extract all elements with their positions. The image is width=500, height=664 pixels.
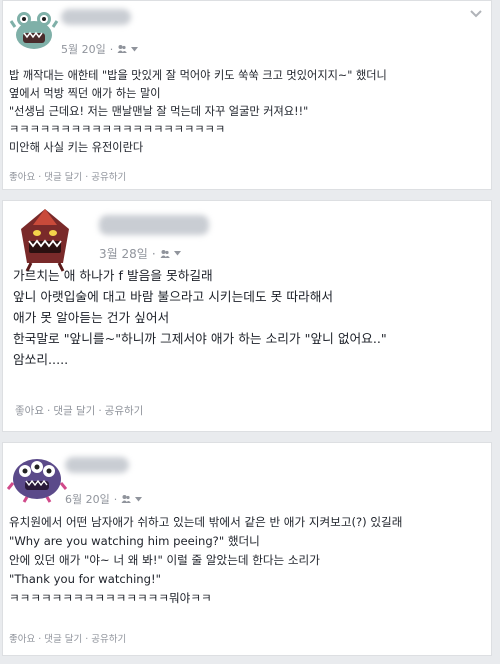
post-text-line: 한국말로 "앞니를~"하니까 그제서야 애가 하는 소리가 "앞니 없어요.." — [13, 331, 387, 346]
avatar[interactable] — [17, 207, 73, 273]
comment-link[interactable]: 댓글 달기 — [53, 405, 95, 417]
post-text-line: 유치원에서 어떤 남자애가 쉬하고 있는데 밖에서 같은 반 애가 지켜보고(?… — [9, 515, 403, 529]
post-date[interactable]: 5월 20일 — [61, 41, 106, 57]
post: 6월 20일 · 유치원에서 어떤 남자애가 쉬하고 있는데 밖에서 같은 반 … — [2, 442, 492, 656]
post-actions: 좋아요 · 댓글 달기 · 공유하기 — [15, 403, 143, 418]
post-text-line: 옆에서 먹방 찍던 애가 하는 말이 — [9, 87, 161, 100]
post-date[interactable]: 6월 20일 — [65, 491, 110, 507]
post-body: 가르치는 애 하나가 f 발음을 못하길래 앞니 아랫입술에 대고 바람 불으라… — [13, 265, 485, 370]
post-text-line: 밥 깨작대는 애한테 "밥을 맛있게 잘 먹어야 키도 쑥쑥 크고 멋있어지지~… — [9, 69, 387, 82]
author-name-redacted — [99, 215, 209, 235]
post-meta: 5월 20일 · — [61, 41, 139, 57]
post-actions: 좋아요 · 댓글 달기 · 공유하기 — [9, 631, 126, 645]
post-header: 5월 20일 · — [3, 1, 491, 57]
post-date[interactable]: 3월 28일 — [99, 245, 148, 262]
post-text-line: ㅋㅋㅋㅋㅋㅋㅋㅋㅋㅋㅋㅋㅋㅋㅋ뭐야ㅋㅋ — [9, 591, 212, 605]
post-body: 밥 깨작대는 애한테 "밥을 맛있게 잘 먹어야 키도 쑥쑥 크고 멋있어지지~… — [9, 67, 485, 157]
author-name-redacted — [65, 457, 129, 473]
friends-audience-icon[interactable] — [117, 44, 128, 54]
friends-audience-icon[interactable] — [160, 249, 170, 259]
post-text-line: 애가 못 알아듣는 건가 싶어서 — [13, 310, 170, 325]
post-body: 유치원에서 어떤 남자애가 쉬하고 있는데 밖에서 같은 반 애가 지켜보고(?… — [9, 513, 485, 608]
post-text-line: ㅋㅋㅋㅋㅋㅋㅋㅋㅋㅋㅋㅋㅋㅋㅋㅋㅋㅋㅋㅋㅋ — [9, 123, 226, 136]
post-text-line: "Why are you watching him peeing?" 했더니 — [9, 534, 260, 548]
post-meta: 6월 20일 · — [65, 491, 143, 507]
avatar[interactable] — [9, 5, 59, 53]
chevron-down-icon[interactable] — [469, 9, 483, 19]
post-text-line: 가르치는 애 하나가 f 발음을 못하길래 — [13, 268, 213, 283]
post: 3월 28일 · 가르치는 애 하나가 f 발음을 못하길래 앞니 아랫입술에 … — [2, 200, 492, 432]
author-name-redacted — [61, 9, 131, 25]
post-text-line: "선생님 근데요! 저는 맨날맨날 잘 먹는데 자꾸 얼굴만 커져요!!" — [9, 105, 309, 118]
separator-dot: · — [85, 172, 89, 183]
share-link[interactable]: 공유하기 — [91, 634, 126, 645]
post-text-line: 미안해 사실 키는 유전이란다 — [9, 141, 144, 154]
separator-dot: · — [85, 634, 89, 645]
post-text-line: 암쏘리..... — [13, 352, 69, 367]
avatar[interactable] — [7, 449, 67, 503]
post-text-line: 앞니 아랫입술에 대고 바람 불으라고 시키는데도 못 따라해서 — [13, 289, 334, 304]
separator-dot: · — [113, 492, 118, 506]
caret-down-icon[interactable] — [135, 496, 143, 502]
caret-down-icon[interactable] — [173, 251, 181, 256]
comment-link[interactable]: 댓글 달기 — [44, 172, 82, 183]
like-link[interactable]: 좋아요 — [9, 172, 35, 183]
post-actions: 좋아요 · 댓글 달기 · 공유하기 — [9, 169, 126, 183]
like-link[interactable]: 좋아요 — [9, 634, 35, 645]
share-link[interactable]: 공유하기 — [91, 172, 126, 183]
separator-dot: · — [38, 634, 42, 645]
post-meta: 3월 28일 · — [99, 245, 181, 262]
separator-dot: · — [46, 405, 51, 417]
post-text-line: 안에 있던 애가 "야~ 너 왜 봐!" 이럴 줄 알았는데 한다는 소리가 — [9, 553, 320, 567]
separator-dot: · — [98, 405, 102, 417]
friends-audience-icon[interactable] — [121, 494, 132, 504]
separator-dot: · — [38, 172, 42, 183]
share-link[interactable]: 공유하기 — [105, 405, 144, 417]
separator-dot: · — [151, 246, 156, 261]
comment-link[interactable]: 댓글 달기 — [44, 634, 82, 645]
post-header: 6월 20일 · — [3, 443, 491, 506]
post-header: 3월 28일 · — [3, 201, 491, 272]
like-link[interactable]: 좋아요 — [15, 405, 44, 417]
post: 5월 20일 · 밥 깨작대는 애한테 "밥을 맛있게 잘 먹어야 키도 쑥쑥 … — [2, 0, 492, 190]
separator-dot: · — [109, 42, 114, 56]
caret-down-icon[interactable] — [131, 46, 139, 52]
post-text-line: "Thank you for watching!" — [9, 572, 161, 586]
